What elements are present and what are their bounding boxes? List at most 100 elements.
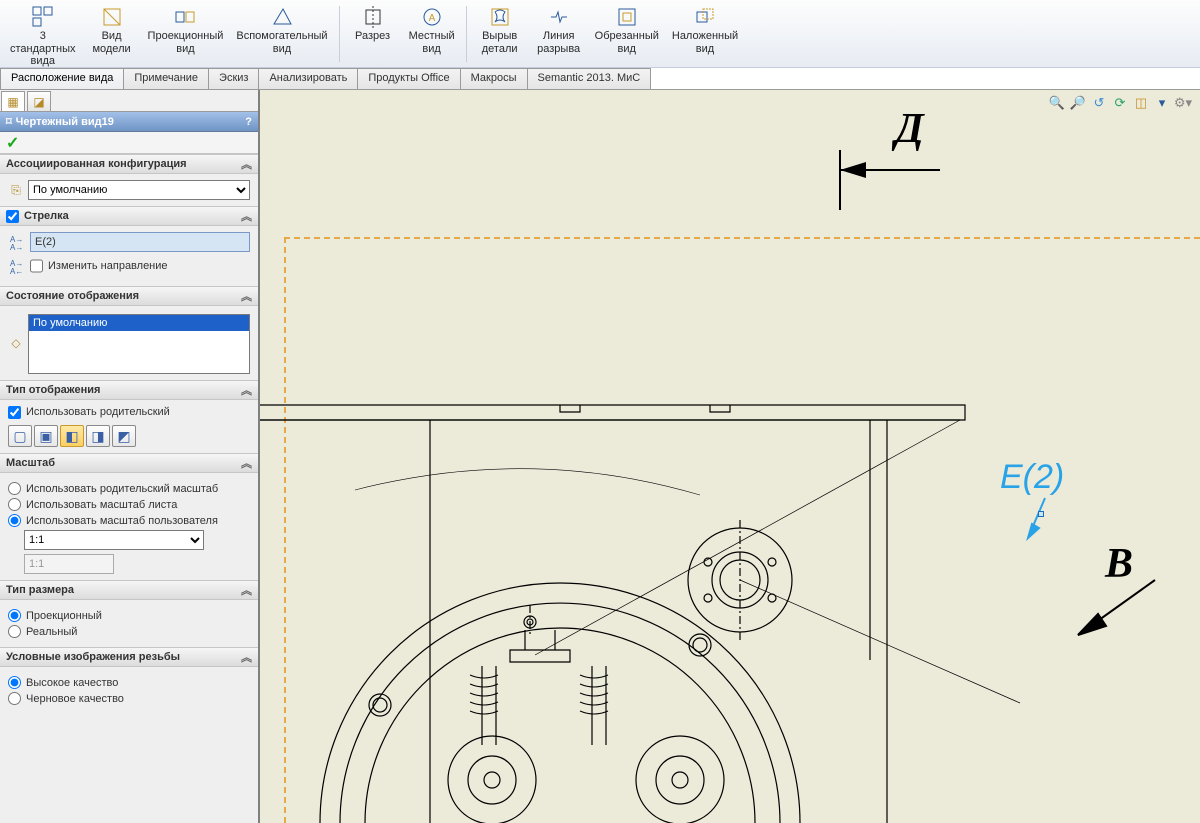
drawing-view-icon: ⌑ (6, 115, 12, 128)
feature-tree-icon: ▦ (5, 94, 21, 110)
thread-draft-radio[interactable] (8, 692, 21, 705)
scale-text (24, 554, 114, 574)
ribbon-model-view[interactable]: Вид модели (83, 2, 141, 57)
arrow-checkbox[interactable] (6, 210, 19, 223)
label: вид (618, 43, 636, 56)
label: Реальный (26, 626, 77, 638)
ribbon-detail-view[interactable]: A Местный вид (403, 2, 461, 57)
section-disptype-header[interactable]: Тип отображения ︽ (0, 380, 258, 400)
display-hidden-removed[interactable]: ◧ (60, 425, 84, 447)
section-config-header[interactable]: Ассоциированная конфигурация ︽ (0, 154, 258, 174)
ribbon-broken-out[interactable]: Вырыв детали (471, 2, 529, 57)
list-item[interactable]: По умолчанию (29, 315, 249, 331)
separator (466, 6, 467, 62)
section-label: Состояние отображения (6, 290, 139, 302)
dim-real-radio[interactable] (8, 625, 21, 638)
label: Линия (543, 30, 575, 43)
tab-semantic[interactable]: Semantic 2013. МиС (527, 68, 652, 89)
section-label: Масштаб (6, 457, 55, 469)
section-thread-header[interactable]: Условные изображения резьбы ︽ (0, 647, 258, 667)
config-select[interactable]: По умолчанию (28, 180, 250, 200)
detail-view-icon: A (421, 6, 443, 28)
scale-user-radio[interactable] (8, 514, 21, 527)
ribbon-crop-view[interactable]: Обрезанный вид (589, 2, 665, 57)
label: вид (273, 43, 291, 56)
annotation-D: Д (895, 105, 924, 153)
label: Местный (409, 30, 455, 43)
ribbon-break-line[interactable]: Линия разрыва (530, 2, 588, 57)
ribbon-projected-view[interactable]: Проекционный вид (142, 2, 230, 57)
pm-tab-config[interactable]: ◪ (27, 91, 51, 111)
config-icon: ◪ (31, 94, 47, 110)
display-shaded-edges[interactable]: ◨ (86, 425, 110, 447)
use-parent-label: Использовать родительский (26, 407, 170, 418)
tab-evaluate[interactable]: Анализировать (258, 68, 358, 89)
svg-text:A→: A→ (10, 243, 23, 251)
label: Проекционный (26, 610, 102, 622)
feature-tabs: Расположение вида Примечание Эскиз Анали… (0, 68, 1200, 90)
label: стандартных (10, 43, 76, 56)
selection-handle[interactable] (1038, 511, 1044, 517)
scale-parent-radio[interactable] (8, 482, 21, 495)
break-line-icon (548, 6, 570, 28)
svg-text:A←: A← (10, 267, 23, 275)
label: детали (482, 43, 518, 56)
change-direction-label: Изменить направление (48, 261, 168, 272)
label: Обрезанный (595, 30, 659, 43)
label: Использовать масштаб пользователя (26, 515, 218, 527)
scale-combo[interactable]: 1:1 (24, 530, 204, 550)
display-wireframe[interactable]: ▢ (8, 425, 32, 447)
drawing-svg (260, 90, 1200, 823)
separator (339, 6, 340, 62)
projected-view-icon (174, 6, 196, 28)
label: разрыва (537, 43, 580, 56)
help-button[interactable]: ? (245, 116, 252, 128)
std-views-icon (32, 6, 54, 28)
section-arrow-header[interactable]: Стрелка ︽ (0, 206, 258, 226)
display-hidden-visible[interactable]: ▣ (34, 425, 58, 447)
ribbon-section[interactable]: Разрез (344, 2, 402, 45)
tab-view-layout[interactable]: Расположение вида (0, 68, 124, 89)
label: Разрез (355, 30, 390, 43)
use-parent-display-checkbox[interactable] (8, 406, 21, 419)
display-shaded[interactable]: ◩ (112, 425, 136, 447)
section-dispstate-header[interactable]: Состояние отображения ︽ (0, 286, 258, 306)
arrow-flip-icon: A→A← (8, 257, 26, 275)
annotation-E[interactable]: Е(2) (1000, 458, 1064, 497)
section-dimtype-header[interactable]: Тип размера ︽ (0, 580, 258, 600)
display-state-list[interactable]: По умолчанию (28, 314, 250, 374)
section-label: Условные изображения резьбы (6, 651, 180, 663)
dim-projected-radio[interactable] (8, 609, 21, 622)
arrow-label-input[interactable] (30, 232, 250, 252)
chevron-up-icon: ︽ (241, 288, 252, 304)
panel-title: ⌑ Чертежный вид19 ? (0, 112, 258, 132)
tab-annotation[interactable]: Примечание (123, 68, 209, 89)
ribbon-auxiliary-view[interactable]: Вспомогательный вид (230, 2, 333, 57)
change-direction-checkbox[interactable] (30, 256, 43, 276)
panel-title-text: Чертежный вид19 (16, 116, 114, 128)
arrow-label-a-icon: A→A→ (8, 233, 26, 251)
pm-tab-feature[interactable]: ▦ (1, 91, 25, 111)
tab-macros[interactable]: Макросы (460, 68, 528, 89)
label: Вспомогательный (236, 30, 327, 43)
label: Использовать родительский масштаб (26, 483, 218, 495)
chevron-up-icon: ︽ (241, 208, 252, 224)
label: вида (31, 55, 56, 68)
thread-hq-radio[interactable] (8, 676, 21, 689)
label: Высокое качество (26, 677, 118, 689)
drawing-canvas[interactable]: 🔍 🔎 ↺ ⟳ ◫ ▾ ⚙▾ (260, 90, 1200, 823)
label: Использовать масштаб листа (26, 499, 177, 511)
chevron-up-icon: ︽ (241, 156, 252, 172)
section-label: Тип размера (6, 584, 74, 596)
property-manager: ▦ ◪ ⌑ Чертежный вид19 ? ✓ Ассоциированна… (0, 90, 260, 823)
ok-check-icon[interactable]: ✓ (6, 133, 19, 153)
section-scale-header[interactable]: Масштаб ︽ (0, 453, 258, 473)
label: Черновое качество (26, 693, 124, 705)
chevron-up-icon: ︽ (241, 382, 252, 398)
scale-sheet-radio[interactable] (8, 498, 21, 511)
tab-sketch[interactable]: Эскиз (208, 68, 259, 89)
tab-office[interactable]: Продукты Office (357, 68, 460, 89)
ribbon-alternate-pos[interactable]: Наложенный вид (666, 2, 744, 57)
ribbon-3-std-views[interactable]: 3 стандартных вида (4, 2, 82, 70)
section-label: Ассоциированная конфигурация (6, 158, 187, 170)
